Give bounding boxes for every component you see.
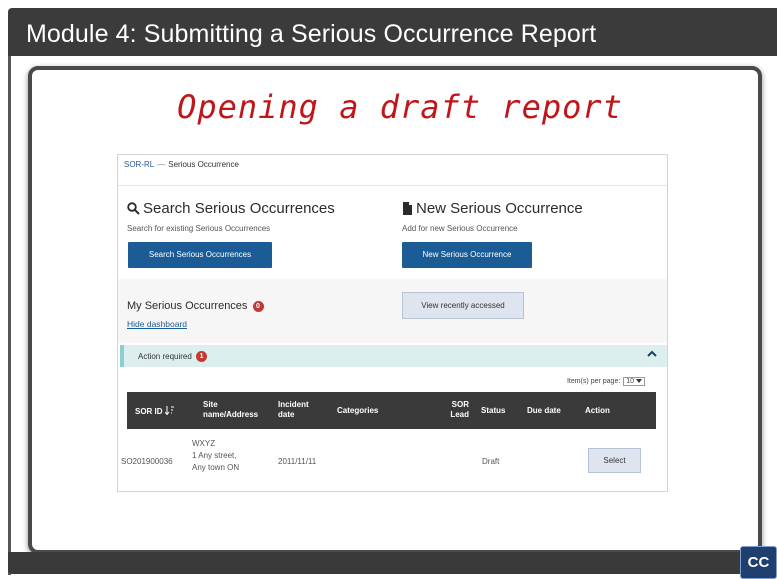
search-icon <box>127 202 140 215</box>
items-per-page-label: Item(s) per page: <box>566 378 621 385</box>
view-recently-accessed-button[interactable]: View recently accessed <box>402 292 524 319</box>
document-icon <box>403 202 412 215</box>
breadcrumb-root-link[interactable]: SOR-RL <box>124 160 154 169</box>
app-window: SOR-RL — Serious Occurrence Search Serious… <box>117 154 668 492</box>
action-required-label: Action required 1 <box>138 351 208 362</box>
breadcrumb-current: Serious Occurrence <box>168 160 239 169</box>
chevron-down-icon <box>636 379 642 383</box>
cell-incident-date: 2011/11/11 <box>278 457 317 466</box>
cell-status: Draft <box>482 457 500 466</box>
search-section-title: Search Serious Occurrences <box>127 200 335 217</box>
my-so-count-badge: 0 <box>252 301 264 312</box>
column-header-status: Status <box>481 406 506 415</box>
items-per-page: Item(s) per page: 10 <box>567 377 645 386</box>
breadcrumb-separator: — <box>157 160 166 169</box>
items-per-page-select[interactable]: 10 <box>623 377 645 386</box>
select-button[interactable]: Select <box>588 448 641 473</box>
action-required-text: Action required <box>138 352 192 361</box>
breadcrumb: SOR-RL — Serious Occurrence <box>124 160 239 169</box>
cell-sor-id: SO201900036 <box>121 457 173 466</box>
slide-heading: Opening a draft report <box>177 88 623 126</box>
closed-captions-button[interactable]: CC <box>740 546 777 579</box>
search-serious-occurrences-button[interactable]: Search Serious Occurrences <box>128 242 272 268</box>
cell-site-name: WXYZ <box>192 439 216 448</box>
sort-icon[interactable] <box>164 406 174 416</box>
cell-site-address-line2: Any town ON <box>192 463 240 472</box>
column-header-action: Action <box>585 406 610 415</box>
slide-bottom-bar <box>8 552 777 574</box>
new-so-subtitle: Add for new Serious Occurrence <box>402 224 518 233</box>
slide-title: Module 4: Submitting a Serious Occurrenc… <box>26 20 597 48</box>
new-so-section-title: New Serious Occurrence <box>402 200 583 217</box>
column-header-incident-date: Incident date <box>278 400 309 419</box>
action-required-header[interactable]: Action required 1 <box>120 345 667 367</box>
column-header-due-date: Due date <box>527 406 561 415</box>
new-serious-occurrence-button[interactable]: New Serious Occurrence <box>402 242 532 268</box>
cell-site: WXYZ 1 Any street, Any town ON <box>192 438 239 474</box>
sor-id-header-text: SOR ID <box>135 407 163 416</box>
table-header: SOR ID Site name/Address Incident date C… <box>127 392 656 429</box>
new-so-title-text: New Serious Occurrence <box>416 200 583 217</box>
cell-site-address-line1: 1 Any street, <box>192 451 237 460</box>
search-subtitle: Search for existing Serious Occurrences <box>127 224 271 233</box>
divider <box>118 185 667 186</box>
my-so-title-text: My Serious Occurrences <box>127 300 248 312</box>
my-serious-occurrences-title: My Serious Occurrences 0 <box>127 300 264 312</box>
chevron-up-icon[interactable] <box>647 350 657 358</box>
column-header-categories: Categories <box>337 406 379 415</box>
hide-dashboard-link[interactable]: Hide dashboard <box>127 319 187 329</box>
slide-title-bar: Module 4: Submitting a Serious Occurrenc… <box>8 8 777 56</box>
column-header-sor-lead: SOR Lead <box>450 400 469 419</box>
column-header-site: Site name/Address <box>203 400 259 419</box>
column-header-sor-id[interactable]: SOR ID <box>135 406 174 417</box>
action-required-badge: 1 <box>196 351 208 362</box>
search-title-text: Search Serious Occurrences <box>143 200 335 217</box>
items-per-page-value: 10 <box>626 378 635 385</box>
